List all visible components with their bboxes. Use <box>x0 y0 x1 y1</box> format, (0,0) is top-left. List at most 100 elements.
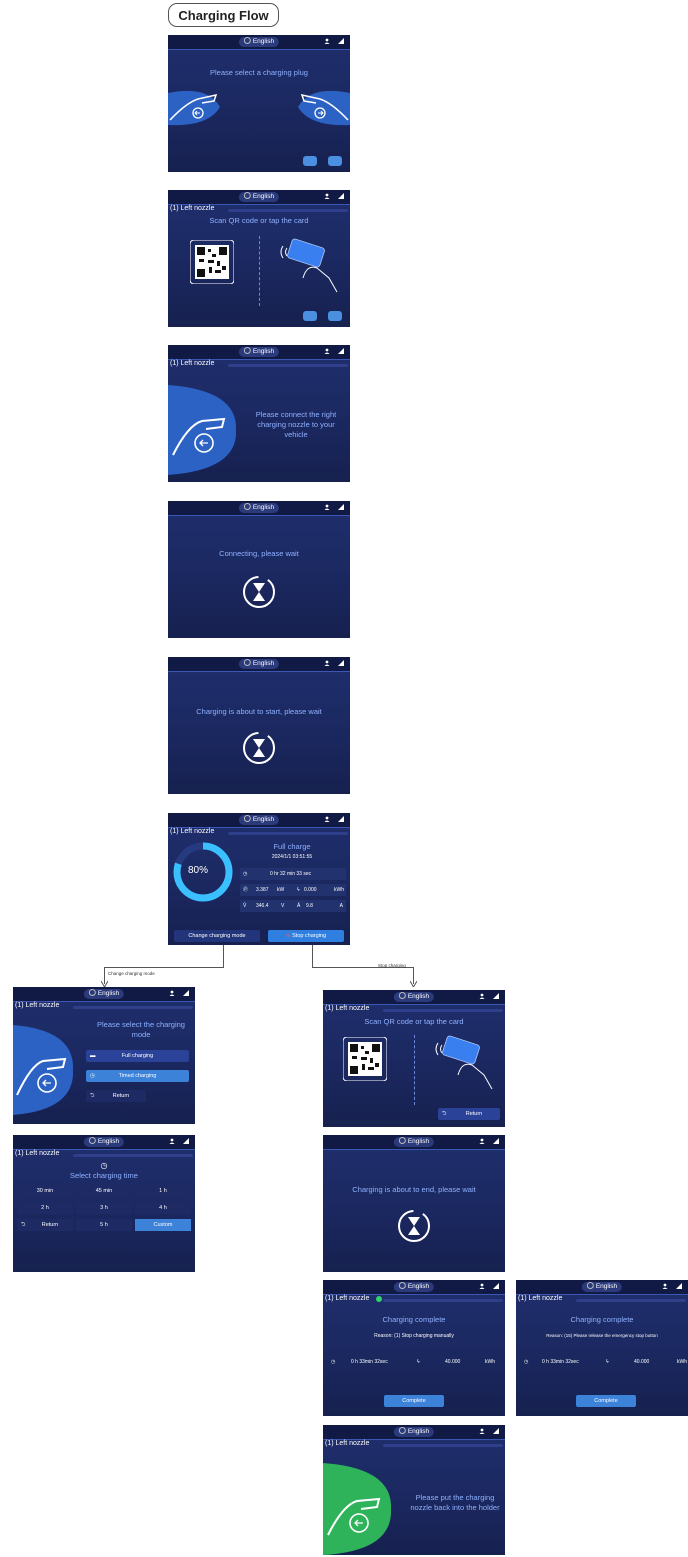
instruction-text: Please connect the right charging nozzle… <box>255 410 337 440</box>
time-option[interactable]: 4 h <box>135 1202 191 1214</box>
globe-icon <box>398 992 406 999</box>
nozzle-label: (1) Left nozzle <box>325 1295 370 1302</box>
return-button[interactable]: ⮌ Return <box>438 1108 500 1120</box>
power-unit: kW <box>277 887 285 893</box>
voltage-unit: V <box>281 903 285 909</box>
language-button[interactable]: English <box>393 1427 435 1437</box>
nozzle-divider <box>228 832 348 835</box>
nozzle-label: (1) Left nozzle <box>518 1295 563 1302</box>
instruction-text: Scan QR code or tap the card <box>364 1017 464 1026</box>
language-button[interactable]: English <box>238 503 280 513</box>
settings-button[interactable] <box>328 156 342 166</box>
globe-icon <box>586 1282 594 1289</box>
full-charging-option[interactable]: ▬ Full charging <box>86 1050 189 1062</box>
language-button[interactable]: English <box>83 989 125 999</box>
status-dot <box>376 1296 382 1302</box>
time-option[interactable]: 30 min <box>17 1185 73 1197</box>
screen-charging-complete-emergency: English (1) Left nozzle Charging complet… <box>516 1280 688 1416</box>
globe-icon <box>88 989 96 996</box>
user-icon <box>479 1283 485 1289</box>
timer-icon: ◷ <box>100 1161 108 1170</box>
nozzle-divider <box>383 1009 503 1012</box>
language-button[interactable]: English <box>238 659 280 669</box>
left-plug-button[interactable] <box>168 85 223 130</box>
energy-value: 40.000 <box>634 1359 650 1365</box>
language-button[interactable]: English <box>238 37 280 47</box>
qr-code-icon <box>343 1037 387 1081</box>
return-button[interactable]: ⮌ Return <box>17 1219 73 1231</box>
time-option[interactable]: 5 h <box>76 1219 132 1231</box>
branch-label-right: Stop charging <box>378 963 406 968</box>
nozzle-divider <box>73 1006 193 1009</box>
language-label: English <box>595 1283 618 1290</box>
divider-line <box>259 236 260 306</box>
signal-icon <box>338 348 344 354</box>
screen-charging-complete-manual: English (1) Left nozzle Charging complet… <box>323 1280 505 1416</box>
screen-connecting: English Connecting, please wait <box>168 501 350 638</box>
language-button[interactable]: English <box>83 1137 125 1147</box>
language-label: English <box>407 1138 430 1145</box>
complete-button[interactable]: Complete <box>576 1395 636 1407</box>
screen-scan-to-stop: English (1) Left nozzle Scan QR code or … <box>323 990 505 1127</box>
top-bar: English <box>516 1280 688 1295</box>
arrow-head-right <box>410 981 417 987</box>
timed-charging-option[interactable]: ◷ Timed charging <box>86 1070 189 1082</box>
custom-time-button[interactable]: Custom <box>135 1219 191 1231</box>
top-bar: English <box>168 190 350 205</box>
time-option[interactable]: 1 h <box>135 1185 191 1197</box>
language-button[interactable]: English <box>238 192 280 202</box>
language-label: English <box>407 1428 430 1435</box>
status-text: Charging is about to start, please wait <box>196 707 322 716</box>
language-button[interactable]: English <box>393 992 435 1002</box>
lightning-icon: ϟ <box>297 887 300 893</box>
return-button[interactable]: ⮌ Return <box>86 1090 146 1102</box>
settings-button[interactable] <box>328 311 342 321</box>
nozzle-divider <box>73 1154 193 1157</box>
complete-button[interactable]: Complete <box>384 1395 444 1407</box>
user-icon <box>479 1428 485 1434</box>
instruction-text: Select charging time <box>70 1171 138 1180</box>
screen-scan-card: English (1) Left nozzle Scan QR code or … <box>168 190 350 327</box>
user-icon <box>324 504 330 510</box>
qr-code-icon <box>190 240 234 284</box>
language-label: English <box>252 660 275 667</box>
stop-charging-button[interactable]: ⊖ Stop charging <box>268 930 344 942</box>
change-mode-button[interactable]: Change charging mode <box>174 930 260 942</box>
card-tap-icon <box>435 1035 493 1090</box>
globe-icon <box>243 37 251 44</box>
language-button[interactable]: English <box>238 347 280 357</box>
return-label: Return <box>41 1222 59 1228</box>
charge-datetime: 2024/1/1 03:51:55 <box>271 854 313 860</box>
screen-select-mode: English (1) Left nozzle Please select th… <box>13 987 195 1124</box>
time-option[interactable]: 2 h <box>17 1202 73 1214</box>
screen-select-plug: English Please select a charging plug <box>168 35 350 172</box>
time-option[interactable]: 45 min <box>76 1185 132 1197</box>
user-icon <box>324 193 330 199</box>
top-bar: English <box>323 990 505 1005</box>
time-option[interactable]: 3 h <box>76 1202 132 1214</box>
right-plug-button[interactable] <box>295 85 350 130</box>
voltage-current-row: V̄ 346.4 V Ā 9.8 A <box>240 900 346 912</box>
nozzle-label: (1) Left nozzle <box>15 1150 60 1157</box>
signal-icon <box>338 193 344 199</box>
energy-unit: kWh <box>334 887 344 893</box>
summary-row: ◷ 0 h 33min 32sec ϟ 40.000 kWh <box>520 1356 688 1368</box>
language-button[interactable]: English <box>393 1137 435 1147</box>
instruction-text: Please select the charging mode <box>97 1020 185 1040</box>
language-button[interactable]: English <box>238 815 280 825</box>
return-icon: ⮌ <box>21 1222 26 1228</box>
help-button[interactable] <box>303 311 317 321</box>
summary-row: ◷ 0 h 33min 32sec ϟ 40.000 kWh <box>327 1356 501 1368</box>
globe-icon <box>243 659 251 666</box>
user-icon <box>324 660 330 666</box>
help-button[interactable] <box>303 156 317 166</box>
language-button[interactable]: English <box>393 1282 435 1292</box>
globe-icon <box>398 1427 406 1434</box>
charge-percent: 80% <box>188 865 209 876</box>
top-bar: English <box>13 1135 195 1150</box>
clock-icon: ◷ <box>331 1359 336 1365</box>
language-button[interactable]: English <box>581 1282 623 1292</box>
nozzle-illustration <box>168 385 237 475</box>
current-value: 9.8 <box>306 903 313 909</box>
instruction-text: Please select a charging plug <box>210 68 308 77</box>
